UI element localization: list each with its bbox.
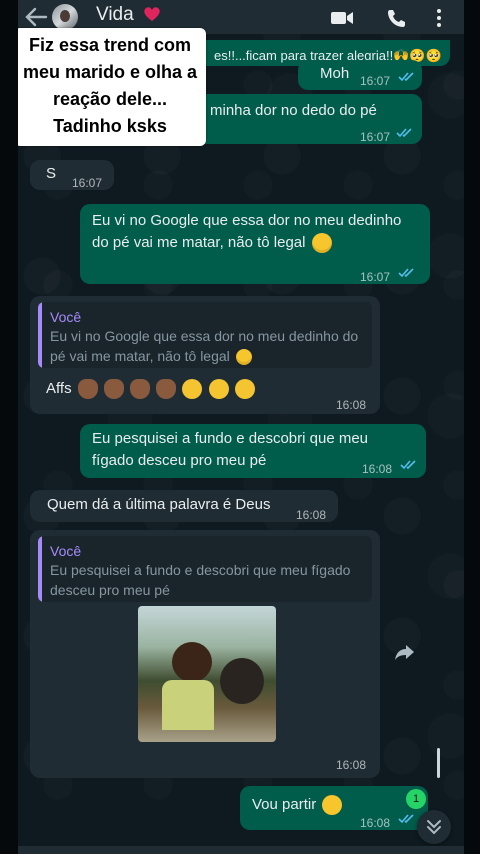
message-bubble-incoming[interactable]: Quem dá a última palavra é Deus 16:08 <box>30 490 338 522</box>
photo-shirt <box>162 680 214 730</box>
message-text: Moh <box>320 65 350 82</box>
message-bubble-outgoing[interactable]: Eu pesquisei a fundo e descobri que meu … <box>80 424 426 478</box>
message-text: Vou partir <box>252 794 343 816</box>
quote-text: Eu vi no Google que essa dor no meu dedi… <box>50 328 359 366</box>
message-bubble-incoming[interactable]: S 16:07 <box>30 160 114 190</box>
read-ticks-icon <box>398 814 414 824</box>
message-bubble-outgoing[interactable]: Vou partir 16:08 <box>240 786 428 830</box>
right-frame-strip <box>462 0 480 854</box>
unread-count-badge: 1 <box>406 789 426 809</box>
unamused-face-icon <box>182 379 203 400</box>
message-time: 16:07 <box>360 130 391 144</box>
message-time: 16:07 <box>72 176 103 190</box>
facepalm-icon <box>77 379 98 400</box>
message-time: 16:08 <box>360 816 391 830</box>
quoted-message[interactable]: Você Eu vi no Google que essa dor no meu… <box>38 302 372 368</box>
unamused-face-icon <box>234 379 255 400</box>
read-ticks-icon <box>400 460 416 470</box>
message-bubble-incoming-reply[interactable]: Você Eu vi no Google que essa dor no meu… <box>30 296 380 414</box>
quote-author: Você <box>50 543 82 559</box>
read-ticks-icon <box>398 72 414 82</box>
more-vertical-icon[interactable] <box>434 8 444 28</box>
bottom-bar <box>18 846 464 854</box>
left-frame-strip <box>0 0 18 854</box>
message-text: Affs <box>46 378 255 400</box>
message-time: 16:08 <box>296 508 327 522</box>
message-text: S <box>46 165 57 182</box>
facepalm-icon <box>156 379 177 400</box>
contact-name[interactable]: Vida <box>96 4 134 26</box>
scrollbar-thumb[interactable] <box>437 748 440 778</box>
message-bubble-outgoing[interactable]: minha dor no dedo do pé 16:07 <box>168 94 422 144</box>
facepalm-icon <box>130 379 151 400</box>
pleading-face-icon <box>311 233 332 254</box>
video-camera-icon[interactable] <box>330 8 354 28</box>
caption-line: meu marido e olha a <box>22 62 198 82</box>
photo-object <box>220 658 264 704</box>
caption-line: Tadinho ksks <box>53 116 167 136</box>
message-text: minha dor no dedo do pé <box>210 102 377 119</box>
quote-author: Você <box>50 309 82 325</box>
scroll-to-bottom-button[interactable] <box>417 810 451 844</box>
pleading-face-icon <box>235 349 252 366</box>
chevron-double-down-icon <box>427 820 441 835</box>
chat-screen: Vida es!!...ficam para trazer alegria!!🙌… <box>18 0 464 854</box>
heart-icon <box>142 4 162 24</box>
message-bubble-outgoing[interactable]: Eu vi no Google que essa dor no meu dedi… <box>80 204 430 284</box>
read-ticks-icon <box>396 128 412 138</box>
arrow-left-icon[interactable] <box>24 6 48 28</box>
message-bubble-outgoing[interactable]: Moh 16:07 <box>298 60 422 90</box>
message-time: 16:08 <box>362 462 393 476</box>
quote-accent-bar <box>38 536 42 602</box>
avatar[interactable] <box>52 4 78 30</box>
message-time: 16:07 <box>360 270 391 284</box>
message-time: 16:07 <box>360 74 391 88</box>
message-time: 16:08 <box>336 758 367 772</box>
crying-face-icon <box>322 795 343 816</box>
message-time: 16:08 <box>336 398 367 412</box>
phone-icon[interactable] <box>386 8 410 28</box>
caption-line: Fiz essa trend com <box>28 35 192 55</box>
caption-line: reação dele... <box>52 89 168 109</box>
message-text: Eu pesquisei a fundo e descobri que meu … <box>92 430 369 469</box>
quote-text: Eu pesquisei a fundo e descobri que meu … <box>50 562 351 598</box>
quoted-message[interactable]: Você Eu pesquisei a fundo e descobri que… <box>38 536 372 602</box>
message-text: Quem dá a última palavra é Deus <box>47 496 271 513</box>
message-text: Eu vi no Google que essa dor no meu dedi… <box>92 210 412 254</box>
forward-icon[interactable] <box>394 643 416 661</box>
facepalm-icon <box>103 379 124 400</box>
message-photo[interactable] <box>138 606 276 742</box>
quote-accent-bar <box>38 302 42 368</box>
photo-person <box>172 642 212 682</box>
read-ticks-icon <box>398 268 414 278</box>
unamused-face-icon <box>208 379 229 400</box>
overlay-caption: Fiz essa trend com meu marido e olha a r… <box>18 28 206 146</box>
